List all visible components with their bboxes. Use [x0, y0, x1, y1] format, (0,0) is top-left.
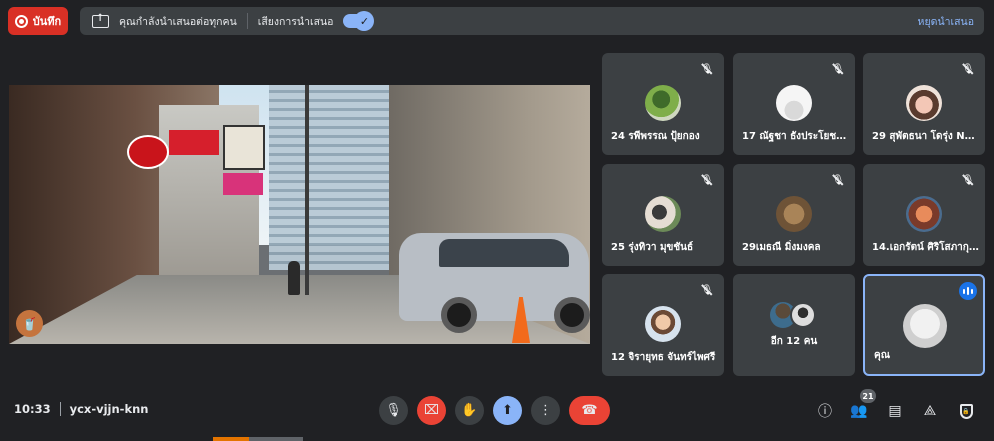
participant-name: 14.เอกรัตน์ ศิริโสภากุล... [872, 242, 979, 253]
present-screen-icon: ⬆ [502, 403, 513, 418]
hand-icon: ✋ [461, 403, 478, 418]
participant-tile[interactable]: 14.เอกรัตน์ ศิริโสภากุล... [863, 164, 985, 266]
divider [246, 13, 248, 29]
chat-button[interactable]: ▤ [882, 398, 908, 424]
mic-off-icon [829, 171, 847, 189]
avatar [776, 196, 812, 232]
avatar [645, 306, 681, 342]
avatar [645, 85, 681, 121]
participant-name: 17 ณัฐชา ธังประโยชน์ ... [742, 131, 849, 142]
participant-tile[interactable]: 12 จิรายุทธ จันทร์ไพศรี [602, 274, 724, 376]
pedestrian [288, 261, 300, 295]
present-now-button[interactable]: ⬆ [493, 396, 522, 425]
avatar [903, 304, 947, 348]
car-wheel [554, 297, 590, 333]
speaking-indicator-icon [959, 282, 977, 300]
participant-tile[interactable]: 24 รพีพรรณ ปุ้ยกอง [602, 53, 724, 155]
mic-off-icon [698, 60, 716, 78]
meeting-info-button[interactable]: ⓘ [812, 398, 838, 424]
mic-off-icon [698, 171, 716, 189]
participant-name: 29เมธณี มิ่งมงคล [742, 242, 821, 253]
people-count-badge: 21 [860, 389, 876, 403]
presentation-audio-toggle[interactable]: ✓ [343, 11, 375, 31]
presentation-audio-label: เสียงการนำเสนอ [257, 15, 334, 28]
divider [59, 402, 61, 416]
leave-call-button[interactable]: ☎ [569, 396, 610, 425]
record-icon [14, 14, 28, 28]
participant-tile[interactable]: 29 สุพัตธนา โดรุ่ง Nuey [863, 53, 985, 155]
street-sign [223, 173, 263, 195]
meeting-details: 10:33 ycx-vjjn-knn [14, 402, 148, 416]
camera-off-button[interactable]: ⌧ [417, 396, 446, 425]
avatar [790, 302, 816, 328]
shield-lock-icon: 🔒 [959, 403, 973, 419]
microphone-button[interactable]: 🎙 [379, 396, 408, 425]
participant-name: 25 รุ่งทิวา มุขชันธ์ [611, 242, 694, 253]
shapes-icon: ⟁ [923, 403, 937, 419]
stop-presenting-button[interactable]: หยุดนำเสนอ [918, 13, 974, 30]
street-pole [305, 85, 309, 295]
participant-tile[interactable]: 17 ณัฐชา ธังประโยชน์ ... [733, 53, 855, 155]
drink-cup-icon: 🥤 [16, 310, 43, 337]
presentation-video: 🥤 [9, 85, 590, 344]
record-label: บันทึก [32, 15, 62, 28]
more-participants-tile[interactable]: อีก 12 คน [733, 274, 855, 376]
mic-off-icon [959, 60, 977, 78]
presentation-bar: คุณกำลังนำเสนอต่อทุกคน เสียงการนำเสนอ ✓ … [80, 7, 984, 35]
meeting-code: ycx-vjjn-knn [69, 402, 149, 416]
raise-hand-button[interactable]: ✋ [455, 396, 484, 425]
participant-name: 12 จิรายุทธ จันทร์ไพศรี [611, 352, 716, 363]
mic-off-icon [959, 171, 977, 189]
camera-off-icon: ⌧ [424, 403, 439, 418]
mic-off-icon [698, 281, 716, 299]
activities-button[interactable]: ⟁ [917, 398, 943, 424]
street-sign [223, 125, 265, 170]
host-controls-button[interactable]: 🔒 [953, 398, 979, 424]
participant-name: 24 รพีพรรณ ปุ้ยกอง [611, 131, 700, 142]
more-options-button[interactable]: ⋮ [531, 396, 560, 425]
participant-tile[interactable]: 29เมธณี มิ่งมงคล [733, 164, 855, 266]
street-sign [169, 130, 219, 155]
mic-off-icon [829, 60, 847, 78]
participant-name: 29 สุพัตธนา โดรุ่ง Nuey [872, 131, 979, 142]
microphone-icon: 🎙 [385, 403, 402, 418]
avatar [906, 85, 942, 121]
check-icon: ✓ [354, 11, 375, 31]
avatar-stack [770, 302, 820, 328]
participant-tile[interactable]: 25 รุ่งทิวา มุขชันธ์ [602, 164, 724, 266]
avatar [776, 85, 812, 121]
phone-hangup-icon: ☎ [581, 403, 598, 418]
avatar [906, 196, 942, 232]
info-icon: ⓘ [818, 404, 832, 420]
record-button[interactable]: บันทึก [8, 7, 68, 35]
street-building-center [269, 85, 399, 270]
more-participants-label: อีก 12 คน [770, 336, 818, 347]
street-sign [127, 135, 169, 169]
people-icon: 👥 [850, 403, 868, 419]
car-window [439, 239, 569, 267]
car-wheel [441, 297, 477, 333]
presenting-status: คุณกำลังนำเสนอต่อทุกคน [119, 15, 237, 28]
chat-icon: ▤ [888, 403, 902, 419]
present-screen-icon [92, 13, 109, 28]
self-label: คุณ [874, 350, 890, 361]
self-tile[interactable]: คุณ [863, 274, 985, 376]
meeting-time: 10:33 [14, 402, 51, 416]
more-vert-icon: ⋮ [539, 403, 552, 418]
avatar [645, 196, 681, 232]
taskbar-strip [213, 437, 303, 441]
